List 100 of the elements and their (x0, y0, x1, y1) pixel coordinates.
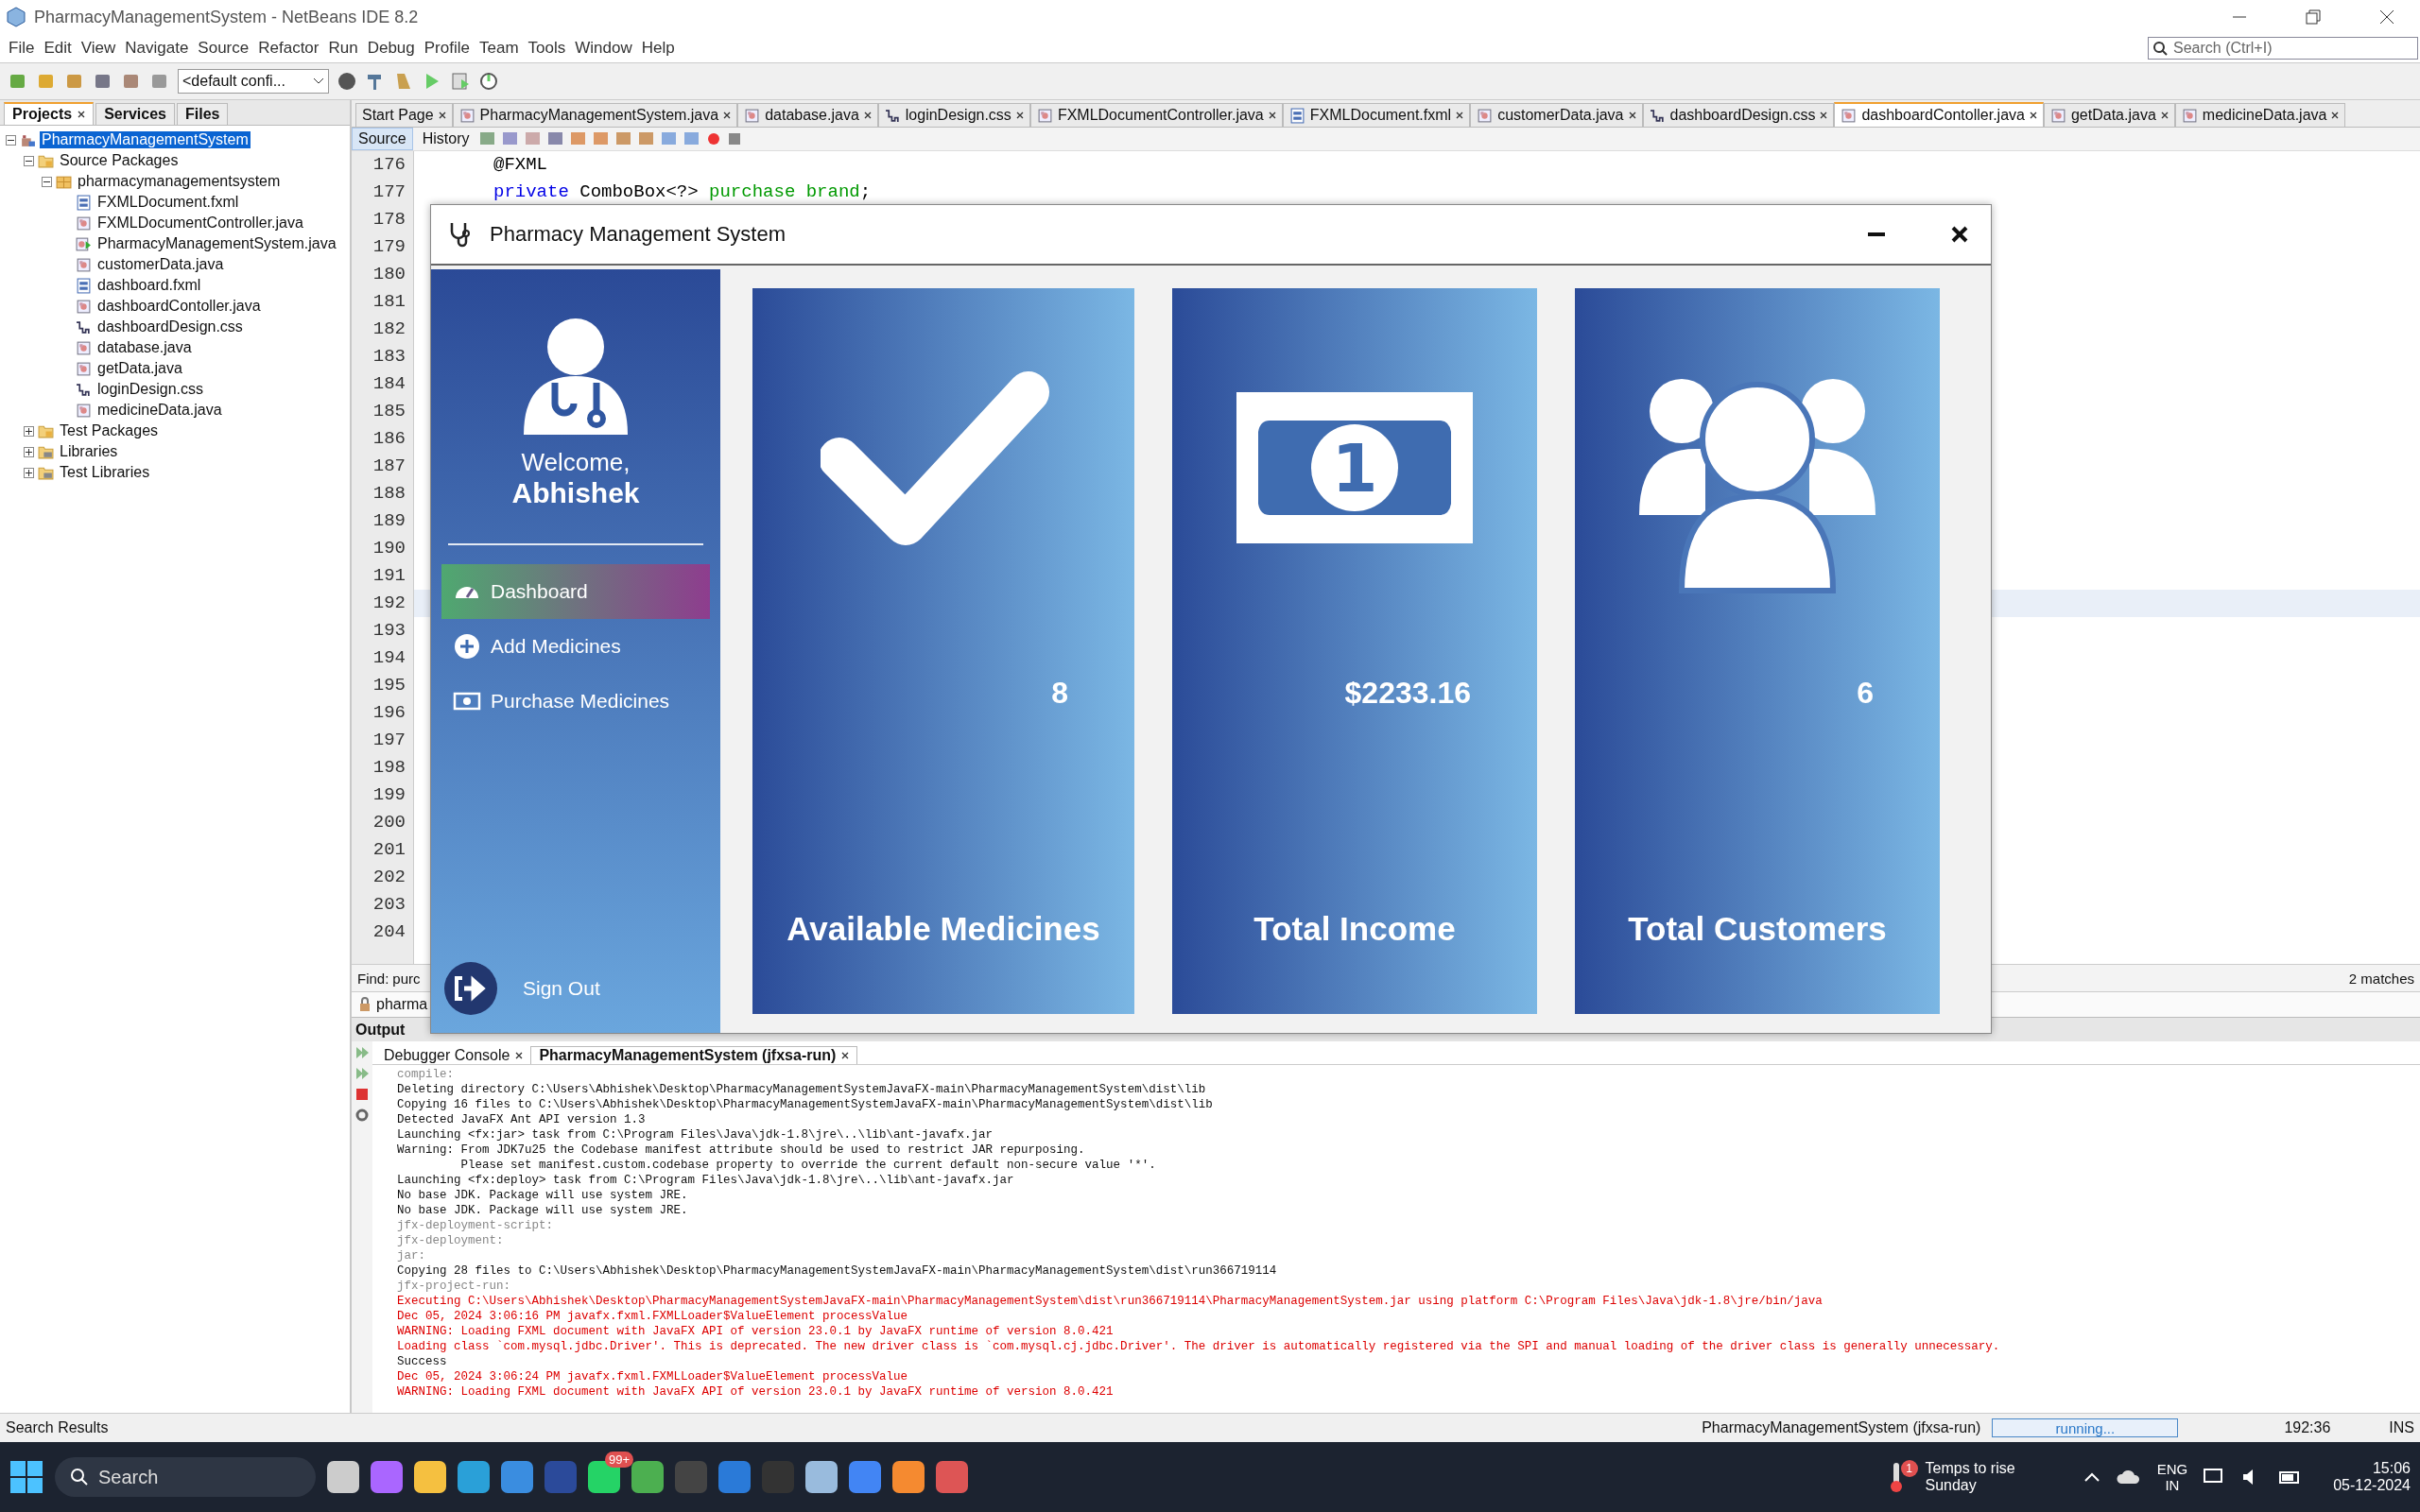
close-icon[interactable] (1268, 112, 1276, 119)
app-icon[interactable] (501, 1461, 533, 1493)
nav-item[interactable]: Dashboard (441, 564, 710, 619)
close-icon[interactable] (1628, 112, 1636, 119)
expand-toggle[interactable] (24, 155, 34, 166)
editor-tab[interactable]: getData.java (2043, 103, 2175, 127)
app-icon[interactable] (849, 1461, 881, 1493)
search-icon (70, 1468, 89, 1486)
close-icon[interactable] (2160, 112, 2169, 119)
tree-item[interactable]: dashboardDesign.css (95, 318, 245, 335)
tree-item[interactable]: FXMLDocumentController.java (95, 215, 305, 232)
menu-item[interactable]: View (76, 39, 121, 58)
output-tab[interactable]: Debugger Console (376, 1047, 531, 1064)
panel-tab[interactable]: Files (177, 103, 229, 125)
app-icon[interactable] (414, 1461, 446, 1493)
close-icon[interactable] (1015, 112, 1024, 119)
tree-item[interactable]: dashboard.fxml (95, 277, 203, 294)
search-field[interactable]: Search (Ctrl+I) (2148, 37, 2418, 60)
close-icon[interactable] (863, 112, 872, 119)
editor-tab[interactable]: PharmacyManagementSystem.java (452, 103, 738, 127)
menu-item[interactable]: Source (193, 39, 254, 58)
tree-item[interactable]: Test Libraries (58, 464, 152, 481)
menu-item[interactable]: Profile (419, 39, 475, 58)
view-tab[interactable]: History (416, 129, 475, 149)
tree-item[interactable]: Test Packages (58, 422, 161, 439)
find-field[interactable]: purc (392, 970, 421, 987)
close-icon[interactable] (78, 111, 86, 118)
language-indicator[interactable]: ENG IN (2156, 1461, 2188, 1493)
results-tab[interactable]: pharma (376, 996, 428, 1013)
nav-item[interactable]: Add Medicines (441, 619, 710, 674)
chevron-up-icon[interactable] (2083, 1471, 2100, 1483)
stop-icon[interactable] (354, 1087, 370, 1102)
app-icon[interactable] (371, 1461, 403, 1493)
editor-tab[interactable]: database.java (737, 103, 878, 127)
config-dropdown[interactable]: <default confi... (178, 69, 329, 94)
panel-tab[interactable]: Services (95, 103, 175, 125)
nav-item[interactable]: Purchase Medicines (441, 674, 710, 729)
close-button[interactable] (2378, 9, 2395, 26)
editor-tab[interactable]: FXMLDocument.fxml (1282, 103, 1471, 127)
cloud-icon[interactable] (2115, 1469, 2142, 1486)
menu-item[interactable]: Navigate (120, 39, 194, 58)
output-tab[interactable]: PharmacyManagementSystem (jfxsa-run) (530, 1046, 858, 1064)
app-icon[interactable] (936, 1461, 968, 1493)
profile-icon[interactable] (478, 71, 499, 92)
menu-item[interactable]: Tools (523, 39, 571, 58)
tree-item[interactable]: customerData.java (95, 256, 226, 273)
tree-item[interactable]: loginDesign.css (95, 381, 206, 398)
tree-item[interactable]: Libraries (58, 443, 120, 460)
tree-item[interactable]: FXMLDocument.fxml (95, 194, 241, 211)
sign-out-icon[interactable] (443, 961, 498, 1016)
editor-tab[interactable]: customerData.java (1470, 103, 1643, 127)
close-icon[interactable] (1820, 112, 1828, 119)
editor-tab[interactable]: Start Page (355, 103, 453, 127)
view-tab[interactable]: Source (352, 128, 413, 150)
menu-item[interactable]: Edit (39, 39, 77, 58)
tree-item[interactable]: database.java (95, 339, 194, 356)
restore-button[interactable] (2305, 9, 2322, 26)
close-icon[interactable] (1456, 112, 1464, 119)
menu-item[interactable]: Help (636, 39, 680, 58)
close-icon[interactable] (438, 112, 446, 119)
tree-item[interactable]: PharmacyManagementSystem.java (95, 235, 338, 252)
expand-toggle[interactable] (24, 467, 34, 478)
editor-tab[interactable]: FXMLDocumentController.java (1029, 103, 1283, 127)
panel-tab[interactable]: Projects (4, 102, 95, 125)
editor-tab[interactable]: dashboardContoller.java (1834, 102, 2044, 127)
console-line: Please set manifest.custom.codebase property to override the current default non-secure value '*'. (459, 1158, 1157, 1173)
expand-toggle[interactable] (24, 446, 34, 457)
tree-item[interactable]: dashboardContoller.java (95, 298, 263, 315)
expand-toggle[interactable] (24, 425, 34, 437)
tree-item[interactable]: getData.java (95, 360, 184, 377)
tree-item[interactable]: PharmacyManagementSystem (40, 131, 251, 148)
app-icon[interactable] (327, 1461, 359, 1493)
close-icon[interactable] (2331, 112, 2340, 119)
line-number: 176 (372, 153, 406, 177)
expand-toggle[interactable] (42, 176, 52, 187)
menu-item[interactable]: File (4, 39, 40, 58)
app-icon[interactable] (631, 1461, 664, 1493)
menu-item[interactable]: Refactor (253, 39, 324, 58)
search-results-tab[interactable]: Search Results (6, 1419, 109, 1436)
menu-item[interactable]: Team (474, 39, 524, 58)
close-icon[interactable] (841, 1052, 850, 1059)
editor-tab[interactable]: medicineData.java (2174, 103, 2346, 127)
app-icon[interactable] (805, 1461, 838, 1493)
app-icon[interactable] (458, 1461, 490, 1493)
line-number: 199 (372, 783, 406, 807)
expand-toggle[interactable] (6, 134, 16, 146)
search-field[interactable]: Search (55, 1457, 316, 1497)
tree-item[interactable]: Source Packages (58, 152, 181, 169)
menu-item[interactable]: Debug (362, 39, 420, 58)
start-icon[interactable] (9, 1460, 43, 1494)
menu-item[interactable]: Window (570, 39, 637, 58)
close-icon[interactable] (515, 1052, 524, 1059)
editor-tab[interactable]: loginDesign.css (877, 103, 1030, 127)
app-icon[interactable] (892, 1461, 925, 1493)
tree-item[interactable]: pharmacymanagementsystem (76, 173, 283, 190)
close-icon[interactable] (2029, 112, 2037, 119)
close-icon[interactable] (723, 112, 732, 119)
menu-item[interactable]: Run (323, 39, 363, 58)
tree-item[interactable]: medicineData.java (95, 402, 224, 419)
editor-tab[interactable]: dashboardDesign.css (1642, 103, 1835, 127)
